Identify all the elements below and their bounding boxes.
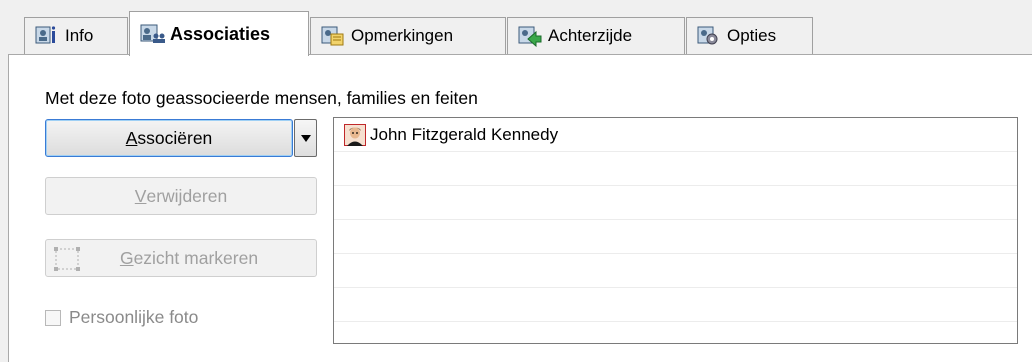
remove-button-accel: V xyxy=(134,185,147,206)
associations-list[interactable]: John Fitzgerald Kennedy xyxy=(333,117,1018,344)
list-item[interactable]: John Fitzgerald Kennedy xyxy=(334,118,1017,152)
associate-button-label: ssociëren xyxy=(137,127,213,148)
mark-face-text: Gezicht markeren xyxy=(120,248,258,269)
tab-achterzijde-label: Achterzijde xyxy=(548,26,633,45)
mark-face-button[interactable]: Gezicht markeren xyxy=(45,239,317,277)
list-item-empty[interactable] xyxy=(334,288,1017,322)
people-icon xyxy=(140,23,165,45)
remove-button-label: erwijderen xyxy=(146,185,228,206)
options-icon xyxy=(697,25,721,47)
notes-icon xyxy=(321,25,345,47)
tab-achterzijde[interactable]: Achterzijde xyxy=(507,17,685,54)
tab-opmerkingen-label: Opmerkingen xyxy=(351,26,454,45)
associate-button[interactable]: Associëren xyxy=(45,119,293,157)
list-item-empty[interactable] xyxy=(334,186,1017,220)
remove-button[interactable]: Verwijderen xyxy=(45,177,317,215)
checkbox-box[interactable] xyxy=(45,309,61,326)
mark-face-button-accel: G xyxy=(119,247,134,268)
list-item-empty[interactable] xyxy=(334,220,1017,254)
association-name: John Fitzgerald Kennedy xyxy=(370,124,559,144)
associate-dropdown-button[interactable] xyxy=(294,119,317,157)
mark-face-button-label: ezicht markeren xyxy=(133,247,259,268)
tab-opmerkingen[interactable]: Opmerkingen xyxy=(310,17,506,54)
tab-info[interactable]: Info xyxy=(24,17,128,54)
list-item-empty[interactable] xyxy=(334,152,1017,186)
photo-back-icon xyxy=(518,25,542,48)
associate-button-accel: A xyxy=(125,127,138,148)
tab-opties[interactable]: Opties xyxy=(686,17,813,54)
personal-photo-checkbox[interactable]: Persoonlijke foto xyxy=(45,307,198,328)
tab-associaties-label: Associaties xyxy=(170,23,271,44)
face-frame-icon xyxy=(54,247,80,276)
caret-down-icon xyxy=(300,128,311,148)
tab-info-label: Info xyxy=(65,26,94,45)
personal-photo-label: Persoonlijke foto xyxy=(69,307,199,327)
info-icon xyxy=(35,25,59,47)
list-item-empty[interactable] xyxy=(334,254,1017,288)
tab-associaties[interactable]: Associaties xyxy=(129,11,309,56)
section-caption: Met deze foto geassocieerde mensen, fami… xyxy=(45,88,478,108)
tab-opties-label: Opties xyxy=(727,26,777,45)
person-icon xyxy=(344,123,366,146)
